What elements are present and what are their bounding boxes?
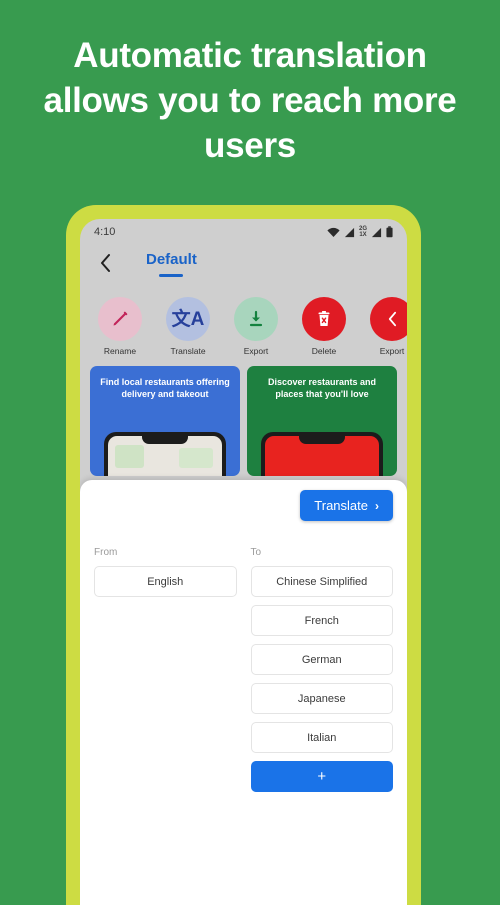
from-language-item[interactable]: English: [94, 566, 237, 597]
action-toolbar: Rename 文A Translate Export Delete Export: [80, 291, 407, 356]
to-language-item[interactable]: French: [250, 605, 393, 636]
to-language-item[interactable]: Chinese Simplified: [250, 566, 393, 597]
delete-icon-circle: [302, 297, 346, 341]
back-button[interactable]: [94, 251, 116, 275]
status-bar: 4:10 2G 1X: [80, 219, 407, 245]
translate-button[interactable]: Translate ›: [300, 490, 393, 521]
card-mock-screen: [265, 436, 379, 476]
chevron-left-icon: [388, 311, 397, 327]
action-rename[interactable]: Rename: [98, 297, 142, 356]
card-mock-screen: [108, 436, 222, 476]
action-rename-label: Rename: [103, 346, 137, 356]
tab-default[interactable]: Default: [146, 251, 197, 277]
action-export-2-label: Export: [379, 346, 405, 356]
tab-active-underline: [159, 274, 184, 277]
data-indicator-icon: 2G 1X: [358, 226, 367, 238]
tab-default-label: Default: [146, 251, 197, 268]
status-time: 4:10: [94, 226, 116, 238]
phone-screen: 4:10 2G 1X Default Rename 文A Translate E…: [80, 219, 407, 905]
language-columns: From English To Chinese Simplified Frenc…: [94, 547, 393, 800]
action-translate-label: Translate: [170, 346, 206, 356]
action-export[interactable]: Export: [234, 297, 278, 356]
rename-icon-circle: [98, 297, 142, 341]
from-label: From: [94, 547, 118, 558]
to-language-item[interactable]: German: [250, 644, 393, 675]
to-column: To Chinese Simplified French German Japa…: [250, 547, 393, 800]
mock-notch: [142, 436, 188, 444]
translate-icon: 文A: [171, 308, 205, 330]
wifi-icon: [327, 227, 340, 237]
signal-icon: [344, 227, 355, 237]
trash-icon: [318, 311, 330, 326]
to-label: To: [250, 547, 262, 558]
export-2-icon-circle: [370, 297, 407, 341]
export-icon-circle: [234, 297, 278, 341]
status-icons: 2G 1X: [327, 226, 393, 238]
phone-frame: 4:10 2G 1X Default Rename 文A Translate E…: [66, 205, 421, 905]
action-export-label: Export: [243, 346, 269, 356]
add-language-button[interactable]: +: [250, 761, 393, 792]
download-icon: [249, 310, 263, 327]
screenshot-card[interactable]: Find local restaurants offering delivery…: [90, 366, 240, 476]
page-headline: Automatic translation allows you to reac…: [43, 36, 457, 165]
screenshot-card[interactable]: Discover restaurants and places that you…: [247, 366, 397, 476]
card-phone-mockup: [104, 432, 226, 476]
card-title: Find local restaurants offering delivery…: [100, 377, 230, 400]
signal-icon-2: [371, 227, 382, 237]
card-title: Discover restaurants and places that you…: [267, 377, 377, 400]
action-delete-label: Delete: [311, 346, 337, 356]
card-phone-mockup: [261, 432, 383, 476]
action-delete[interactable]: Delete: [302, 297, 346, 356]
mock-notch: [299, 436, 345, 444]
screenshot-card-list: Find local restaurants offering delivery…: [80, 356, 407, 476]
action-export-2[interactable]: Export: [370, 297, 407, 356]
battery-icon: [386, 226, 393, 238]
app-bar: Default: [80, 245, 407, 291]
sheet-header: Translate ›: [94, 490, 393, 521]
from-column: From English: [94, 547, 237, 800]
chevron-right-icon: ›: [375, 498, 379, 513]
to-language-item[interactable]: Japanese: [250, 683, 393, 714]
chevron-left-icon: [100, 254, 110, 272]
to-language-item[interactable]: Italian: [250, 722, 393, 753]
pencil-icon: [113, 311, 128, 326]
translate-button-label: Translate: [314, 498, 368, 513]
translate-bottom-sheet: Translate › From English To Chinese Simp…: [80, 480, 407, 905]
translate-icon-circle: 文A: [166, 297, 210, 341]
action-translate[interactable]: 文A Translate: [166, 297, 210, 356]
